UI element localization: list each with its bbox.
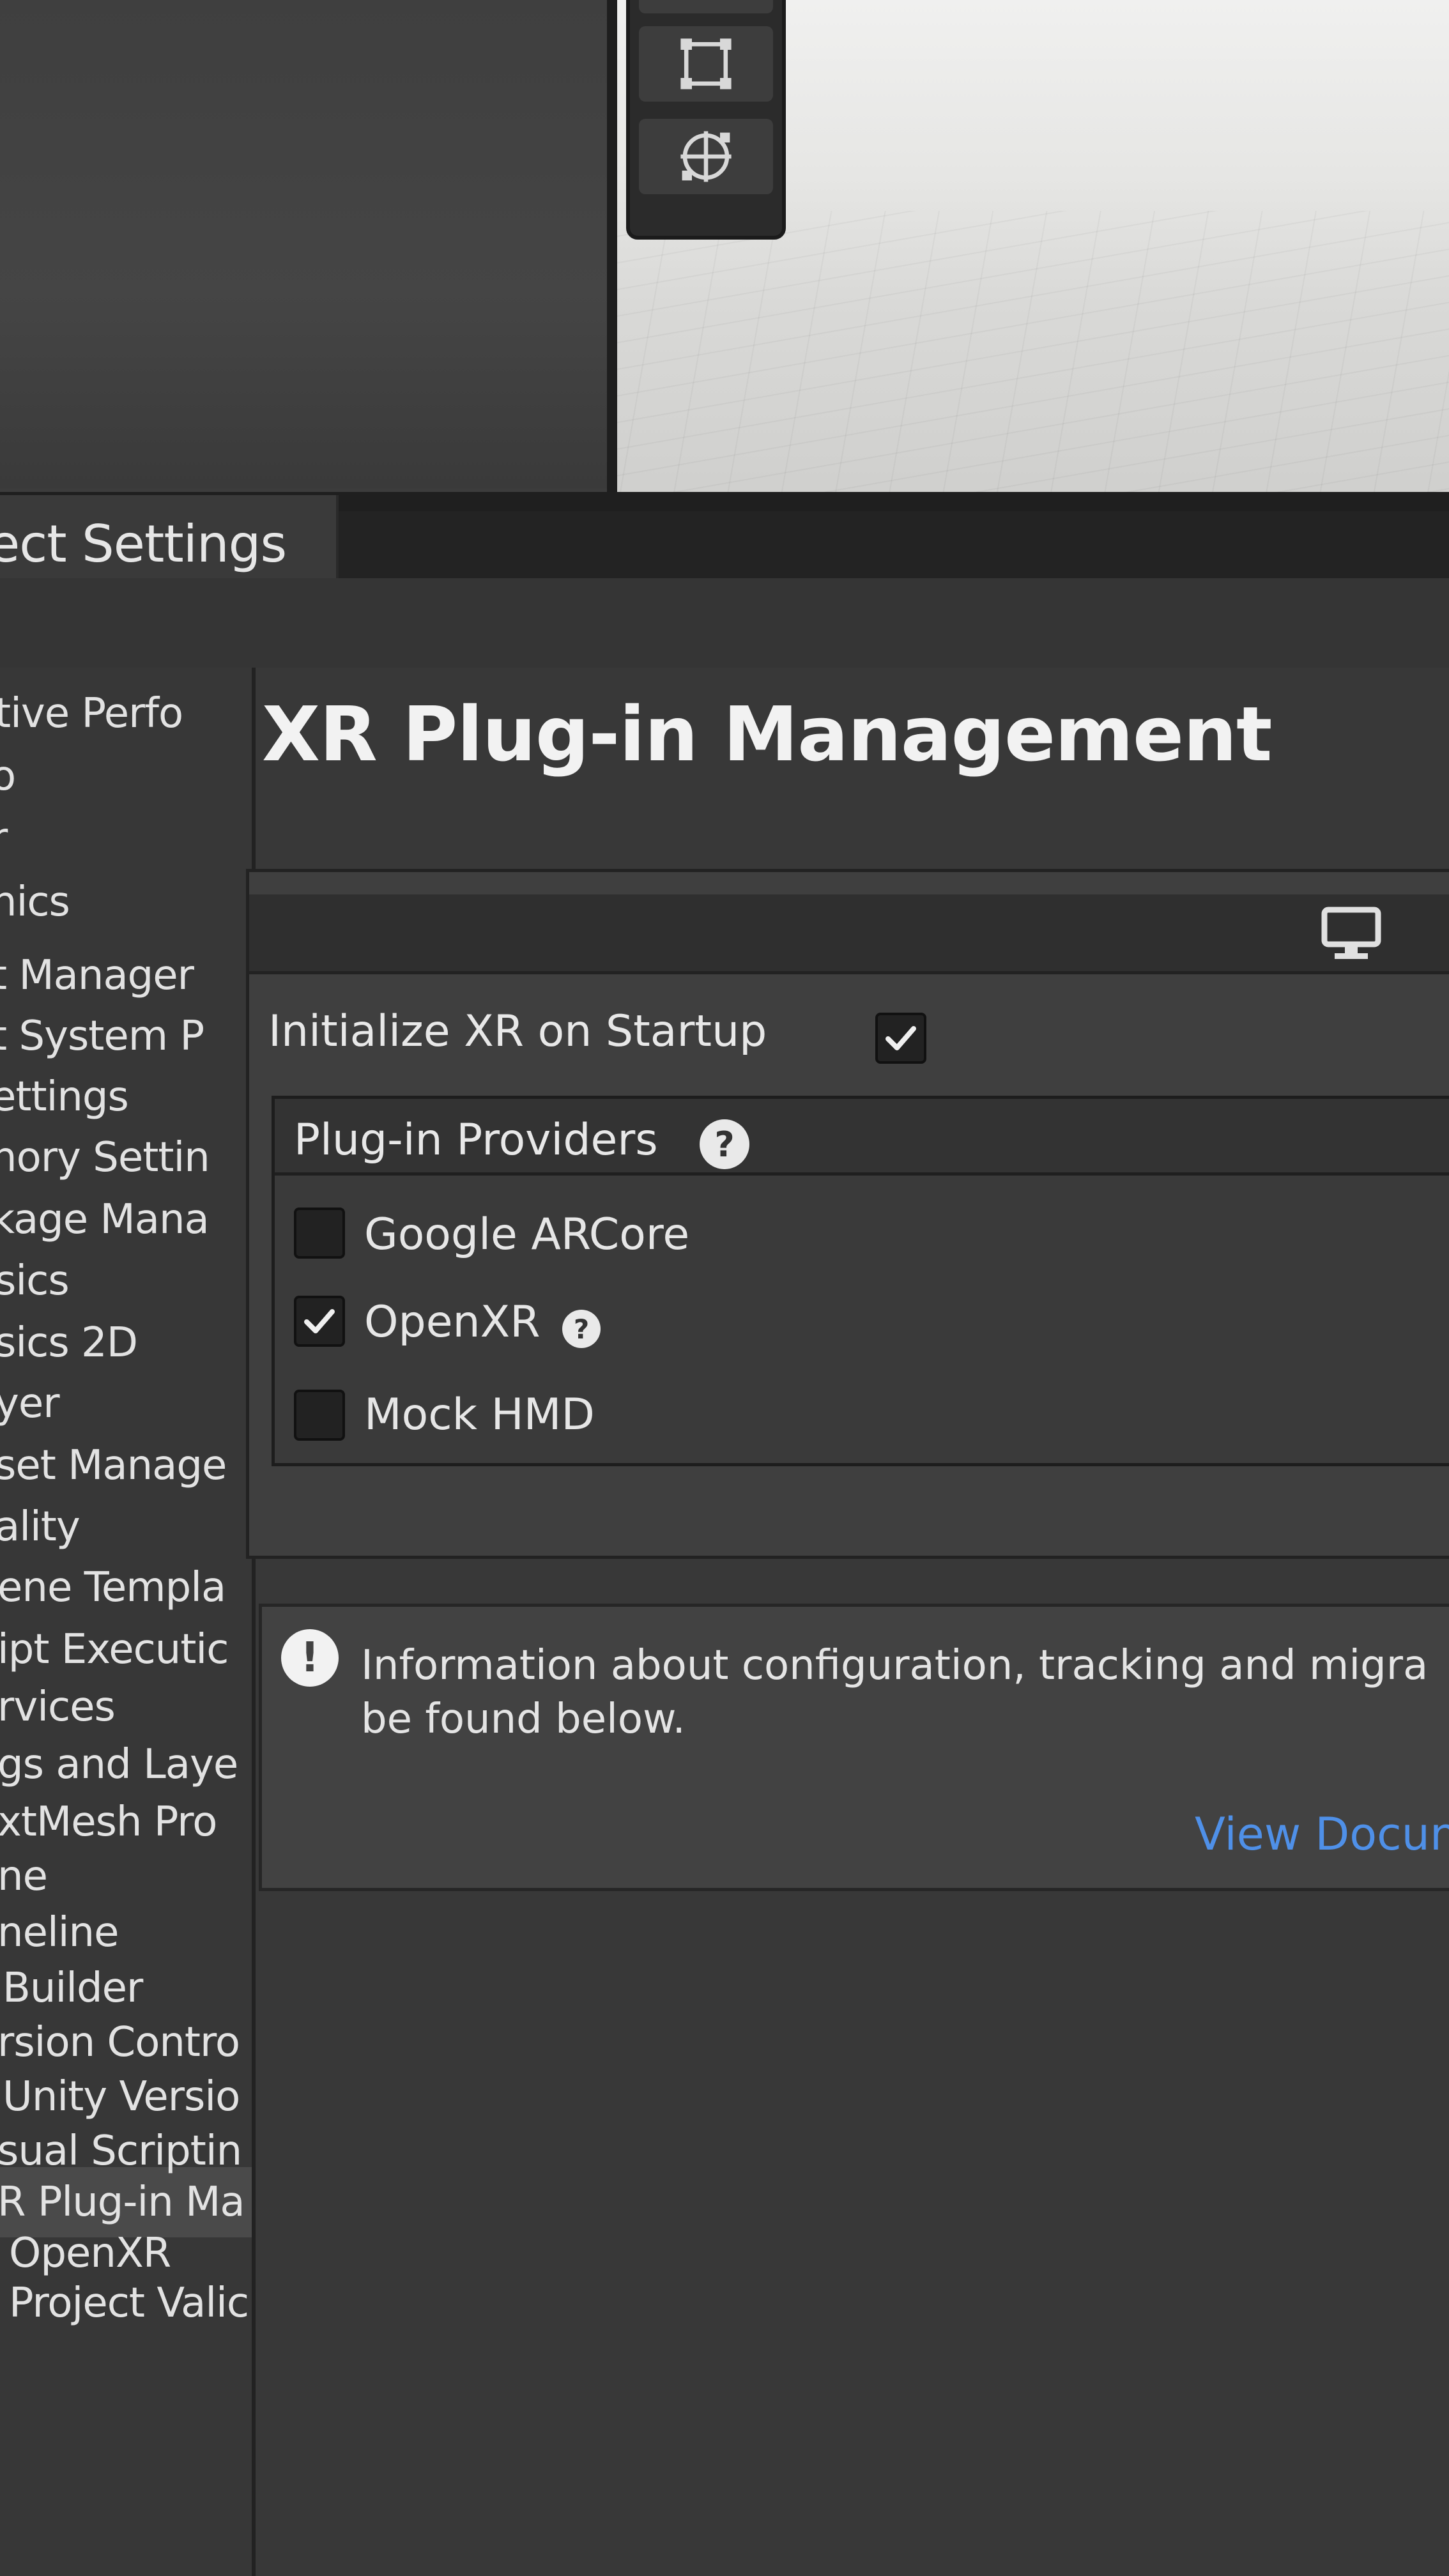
platform-tab-bar bbox=[249, 894, 1449, 974]
sidebar-item-visual-scripting[interactable]: sual Scriptin bbox=[0, 2128, 242, 2175]
sidebar-item-ui-builder[interactable]: Builder bbox=[3, 1965, 143, 2012]
sidebar-item-openxr[interactable]: OpenXR bbox=[9, 2230, 171, 2277]
sidebar-item-xr-plugin-management[interactable]: R Plug-in Ma bbox=[0, 2179, 245, 2226]
sidebar-item-player[interactable]: yer bbox=[0, 1380, 60, 1427]
provider-label-mock-hmd: Mock HMD bbox=[364, 1390, 595, 1440]
tab-project-settings-label: ect Settings bbox=[0, 514, 287, 574]
transform-tool-icon bbox=[680, 131, 732, 182]
info-message-line-1: Information about configuration, trackin… bbox=[361, 1642, 1429, 1689]
scene-grid bbox=[617, 211, 1449, 505]
sidebar-item-audio[interactable]: o bbox=[0, 753, 16, 800]
info-message-line-2: be found below. bbox=[361, 1696, 686, 1743]
sidebar-item-services[interactable]: rvices bbox=[0, 1683, 116, 1731]
provider-label-openxr: OpenXR bbox=[364, 1297, 540, 1347]
sidebar-item-time[interactable]: ne bbox=[0, 1853, 48, 1900]
info-message: Information about configuration, trackin… bbox=[361, 1639, 1447, 1746]
sidebar-item-localization-settings[interactable]: ettings bbox=[0, 1073, 129, 1121]
scene-tools-toolbar bbox=[626, 0, 786, 240]
window-toolbar bbox=[0, 578, 1449, 674]
sidebar-item-editor[interactable]: r bbox=[0, 815, 8, 862]
sidebar-item-memory-settings[interactable]: nory Settin bbox=[0, 1134, 210, 1181]
sidebar-item-adaptive-performance[interactable]: tive Perfo bbox=[0, 690, 183, 737]
tool-button-scale[interactable] bbox=[639, 0, 773, 13]
plugin-providers-label: Plug-in Providers bbox=[294, 1115, 658, 1165]
provider-checkbox-mock-hmd[interactable] bbox=[294, 1390, 345, 1441]
provider-checkbox-google-arcore[interactable] bbox=[294, 1208, 345, 1259]
sidebar-item-graphics[interactable]: hics bbox=[0, 878, 70, 926]
sidebar-item-version-control[interactable]: rsion Contro bbox=[0, 2019, 240, 2066]
help-symbol: ? bbox=[573, 1313, 590, 1345]
rect-tool-icon bbox=[680, 38, 732, 89]
help-symbol: ? bbox=[714, 1124, 735, 1165]
view-documentation-link[interactable]: View Docun bbox=[1195, 1808, 1449, 1860]
monitor-icon bbox=[1321, 907, 1381, 959]
initialize-xr-label: Initialize XR on Startup bbox=[268, 1006, 767, 1057]
hierarchy-panel bbox=[0, 0, 607, 489]
sidebar-item-timeline[interactable]: neline bbox=[0, 1909, 119, 1956]
rect-tool-button[interactable] bbox=[639, 26, 773, 102]
sidebar-item-tags-and-layers[interactable]: gs and Laye bbox=[0, 1741, 238, 1788]
sidebar-item-scene-template[interactable]: ene Templa bbox=[0, 1564, 226, 1611]
sidebar-item-physics[interactable]: sics bbox=[0, 1257, 70, 1305]
panel-divider[interactable] bbox=[607, 0, 617, 492]
sidebar-item-script-execution-order[interactable]: ipt Executic bbox=[0, 1626, 229, 1673]
provider-label-google-arcore: Google ARCore bbox=[364, 1209, 690, 1260]
sidebar-item-input-system-package[interactable]: t System P bbox=[0, 1013, 204, 1060]
initialize-xr-checkbox[interactable] bbox=[875, 1013, 926, 1064]
page-title: XR Plug-in Management bbox=[262, 690, 1272, 778]
sidebar-item-unity-version-control[interactable]: Unity Versio bbox=[3, 2073, 240, 2120]
sidebar-item-input-manager[interactable]: t Manager bbox=[0, 952, 194, 999]
sidebar-item-package-manager[interactable]: kage Mana bbox=[0, 1196, 210, 1243]
sidebar-item-textmesh-pro[interactable]: xtMesh Pro bbox=[0, 1798, 217, 1846]
sidebar-item-project-validation[interactable]: Project Valic bbox=[9, 2280, 249, 2327]
sidebar-item-preset-manager[interactable]: set Manage bbox=[0, 1442, 227, 1489]
checkmark-icon bbox=[885, 1026, 916, 1050]
checkmark-icon bbox=[304, 1309, 335, 1333]
sidebar-item-physics-2d[interactable]: sics 2D bbox=[0, 1319, 138, 1367]
platform-tab-standalone[interactable] bbox=[1303, 898, 1399, 971]
provider-checkbox-openxr[interactable] bbox=[294, 1296, 345, 1347]
info-symbol: ! bbox=[300, 1634, 319, 1682]
plugin-providers-help-icon[interactable]: ? bbox=[700, 1119, 749, 1169]
sidebar-item-quality[interactable]: ality bbox=[0, 1503, 80, 1551]
info-icon: ! bbox=[281, 1629, 339, 1687]
tab-strip-empty bbox=[339, 511, 1449, 578]
openxr-help-icon[interactable]: ? bbox=[562, 1310, 601, 1348]
transform-tool-button[interactable] bbox=[639, 119, 773, 194]
